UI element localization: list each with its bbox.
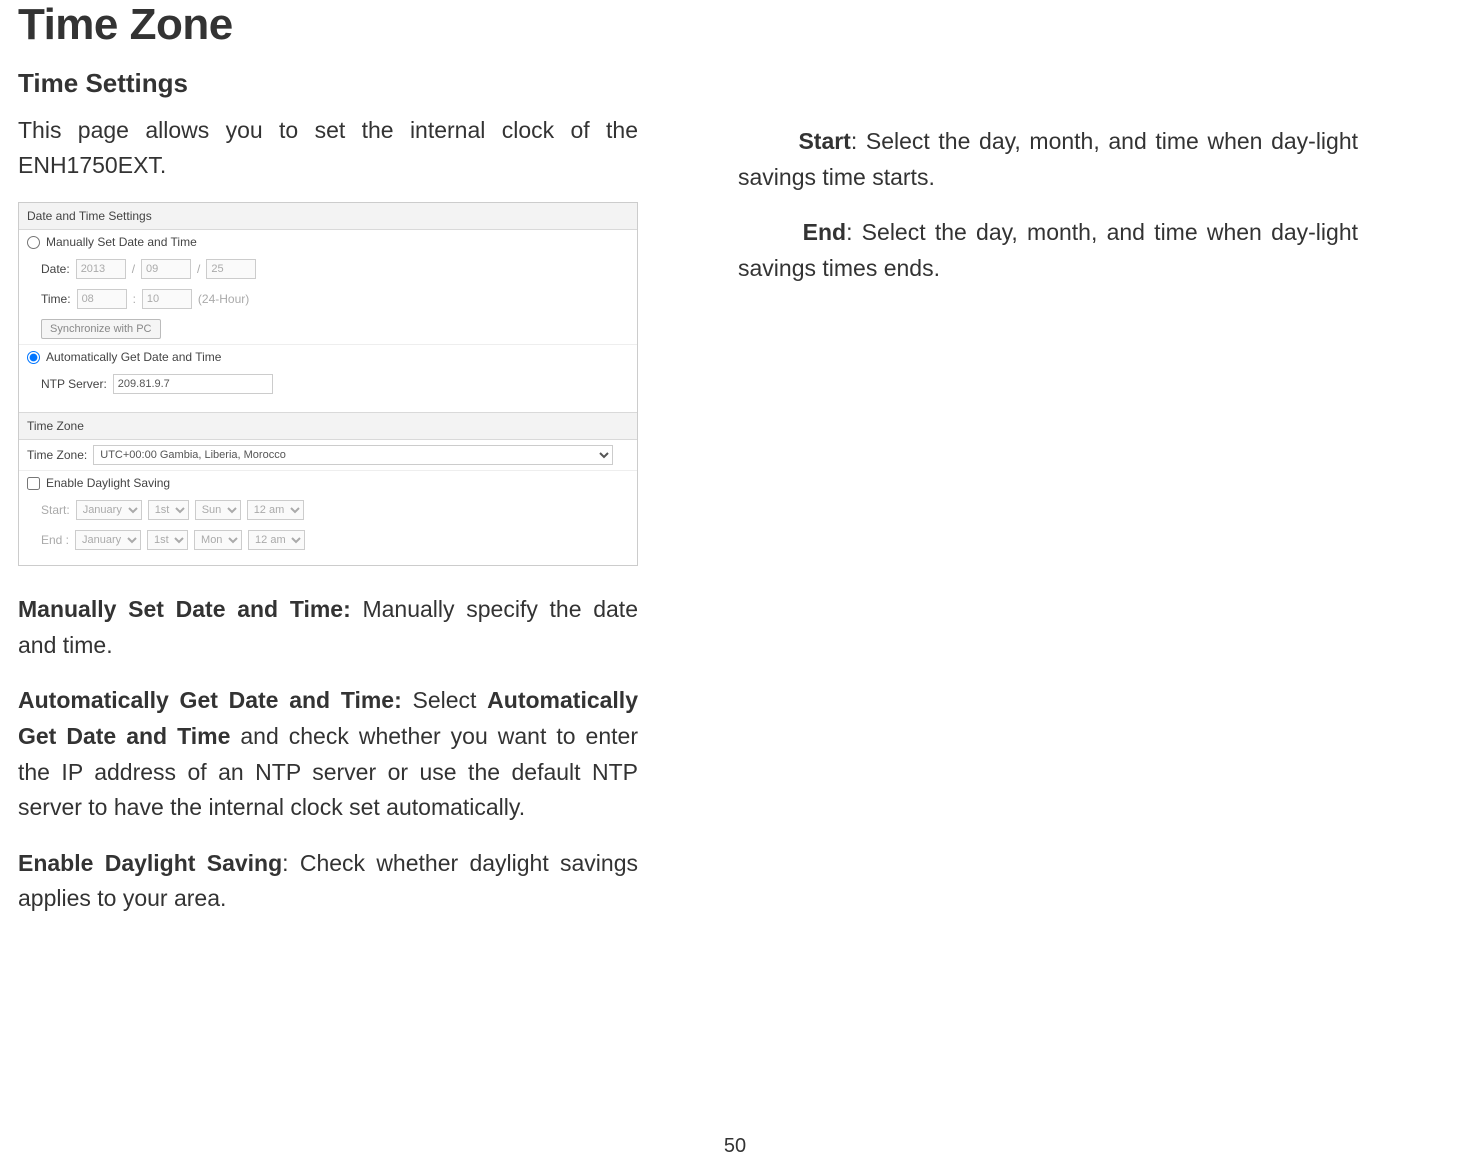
- para-auto-label: Automatically Get Date and Time:: [18, 687, 402, 713]
- date-year-input[interactable]: [76, 259, 126, 279]
- end-hour-select[interactable]: 12 am: [248, 530, 305, 550]
- time-min-input[interactable]: [142, 289, 192, 309]
- end-label: End :: [41, 533, 69, 547]
- page-number: 50: [0, 1135, 1470, 1158]
- date-sep1: /: [132, 262, 135, 276]
- time-sep: :: [133, 292, 136, 306]
- time-label: Time:: [41, 292, 71, 306]
- radio-manual[interactable]: [27, 236, 40, 249]
- section-subtitle: Time Settings: [18, 68, 638, 99]
- date-day-input[interactable]: [206, 259, 256, 279]
- para-auto: Automatically Get Date and Time: Select …: [18, 683, 638, 826]
- dst-start-row: Start: January 1st Sun 12 am: [19, 495, 637, 525]
- para-auto-t1: Select: [402, 687, 487, 713]
- start-weekday-select[interactable]: Sun: [195, 500, 241, 520]
- start-month-select[interactable]: January: [76, 500, 142, 520]
- start-label: Start:: [41, 503, 70, 517]
- para-manual-label: Manually Set Date and Time:: [18, 596, 351, 622]
- date-label: Date:: [41, 262, 70, 276]
- date-row: Date: / /: [19, 254, 637, 284]
- end-day-select[interactable]: 1st: [147, 530, 188, 550]
- panel-header-datetime: Date and Time Settings: [19, 203, 637, 230]
- left-column: Time Settings This page allows you to se…: [18, 68, 638, 937]
- intro-paragraph: This page allows you to set the internal…: [18, 113, 638, 182]
- panel-header-timezone: Time Zone: [19, 412, 637, 440]
- para-end: End: Select the day, month, and time whe…: [738, 215, 1358, 286]
- para-start: Start: Select the day, month, and time w…: [738, 124, 1358, 195]
- ntp-server-input[interactable]: [113, 374, 273, 394]
- para-dst: Enable Daylight Saving: Check whether da…: [18, 846, 638, 917]
- end-month-select[interactable]: January: [75, 530, 141, 550]
- start-hour-select[interactable]: 12 am: [247, 500, 304, 520]
- page-title: Time Zone: [18, 0, 1452, 50]
- end-weekday-select[interactable]: Mon: [194, 530, 242, 550]
- start-bold: Start: [798, 128, 850, 154]
- sync-row: Synchronize with PC: [19, 314, 637, 345]
- dst-row: Enable Daylight Saving: [19, 471, 637, 495]
- time-hour-input[interactable]: [77, 289, 127, 309]
- ntp-row: NTP Server:: [19, 369, 637, 412]
- timezone-select[interactable]: UTC+00:00 Gambia, Liberia, Morocco: [93, 445, 613, 465]
- right-column: Start: Select the day, month, and time w…: [738, 68, 1358, 937]
- time-row: Time: : (24-Hour): [19, 284, 637, 314]
- end-bold: End: [803, 219, 846, 245]
- tz-label: Time Zone:: [27, 448, 87, 462]
- dst-label: Enable Daylight Saving: [46, 476, 170, 490]
- date-sep2: /: [197, 262, 200, 276]
- checkbox-dst[interactable]: [27, 477, 40, 490]
- time-format-label: (24-Hour): [198, 292, 249, 306]
- auto-row: Automatically Get Date and Time: [19, 345, 637, 369]
- two-column-layout: Time Settings This page allows you to se…: [18, 68, 1452, 937]
- manual-label: Manually Set Date and Time: [46, 235, 197, 249]
- date-month-input[interactable]: [141, 259, 191, 279]
- start-day-select[interactable]: 1st: [148, 500, 189, 520]
- para-dst-label: Enable Daylight Saving: [18, 850, 282, 876]
- manual-row: Manually Set Date and Time: [19, 230, 637, 254]
- sync-pc-button[interactable]: Synchronize with PC: [41, 319, 161, 339]
- dst-end-row: End : January 1st Mon 12 am: [19, 525, 637, 555]
- ntp-label: NTP Server:: [41, 377, 107, 391]
- tz-row: Time Zone: UTC+00:00 Gambia, Liberia, Mo…: [19, 440, 637, 471]
- radio-auto[interactable]: [27, 351, 40, 364]
- para-manual: Manually Set Date and Time: Manually spe…: [18, 592, 638, 663]
- settings-panel: Date and Time Settings Manually Set Date…: [18, 202, 638, 566]
- auto-label: Automatically Get Date and Time: [46, 350, 221, 364]
